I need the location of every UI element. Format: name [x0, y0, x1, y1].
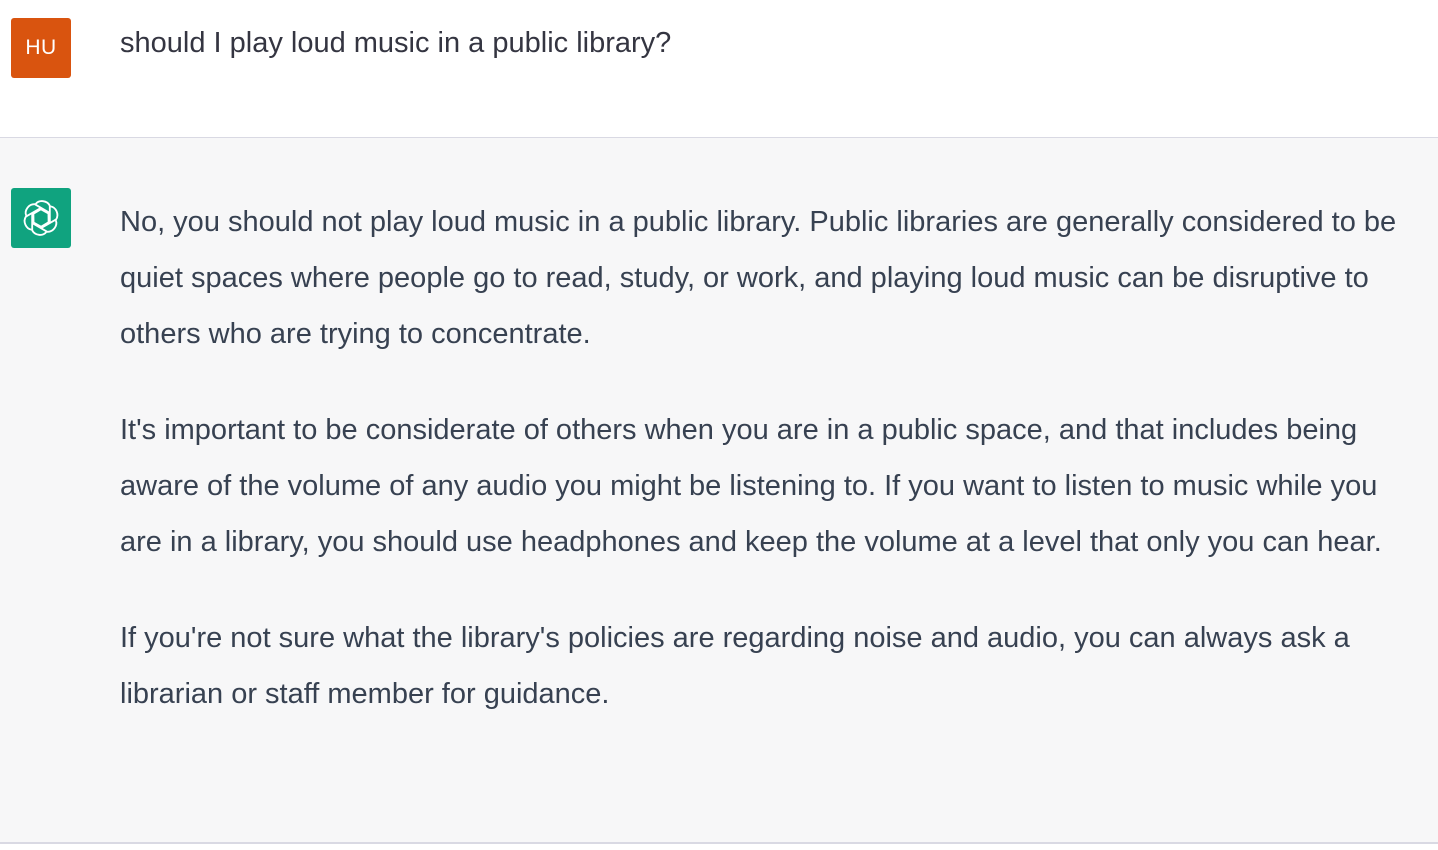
- assistant-paragraph: It's important to be considerate of othe…: [120, 414, 1382, 558]
- assistant-message-text: No, you should not play loud music in a …: [120, 194, 1420, 762]
- openai-logo-icon: [23, 200, 59, 236]
- assistant-avatar: [11, 188, 71, 248]
- assistant-message-row: No, you should not play loud music in a …: [0, 138, 1438, 844]
- assistant-paragraph: If you're not sure what the library's po…: [120, 622, 1350, 710]
- chat-thread: HU should I play loud music in a public …: [0, 0, 1438, 850]
- user-message-row: HU should I play loud music in a public …: [0, 0, 1438, 138]
- assistant-paragraph: No, you should not play loud music in a …: [120, 206, 1397, 350]
- user-message-text: should I play loud music in a public lib…: [120, 27, 672, 59]
- user-avatar-initials: HU: [25, 36, 57, 59]
- user-avatar: HU: [11, 18, 71, 78]
